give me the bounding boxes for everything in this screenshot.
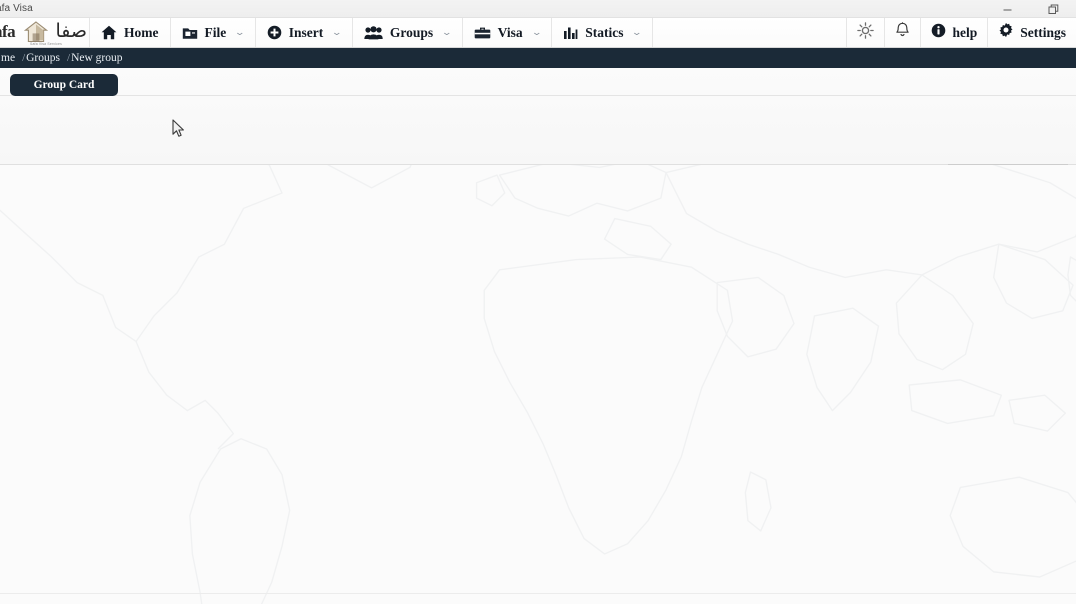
menu-item-visa-label: Visa [497,24,523,40]
folder-icon [182,26,198,40]
briefcase-icon [474,26,491,40]
breadcrumb-item-new-group[interactable]: New group [64,52,129,64]
chevron-down-icon: ⌄ [234,27,246,37]
menu-item-statics-label: Statics [585,24,624,40]
window-controls [984,0,1076,18]
tab-group-card-label: Group Card [33,79,95,91]
menu-item-home[interactable]: Home [90,18,171,47]
house-logo-icon [23,21,49,43]
menu-item-groups[interactable]: Groups ⌄ [353,18,463,47]
brightness-sun-icon [857,21,875,44]
application-window: afa Visa afa صفا [0,0,1076,604]
settings-button[interactable]: Settings [987,18,1076,47]
main-menu-bar: afa صفا Safa Visa Services Home [0,18,1076,48]
chevron-down-icon: ⌄ [530,27,543,37]
notifications-button[interactable] [884,18,920,47]
info-circle-icon [931,23,946,43]
brand-latin-text: afa [0,22,16,41]
chevron-down-icon: ⌄ [631,27,643,37]
tab-group-card[interactable]: Group Card [10,74,118,96]
theme-toggle-button[interactable] [846,18,884,47]
chevron-down-icon: ⌄ [331,27,343,37]
home-icon [101,25,117,40]
menu-item-visa[interactable]: Visa ⌄ [463,18,553,47]
brand-tagline: Safa Visa Services [30,42,62,46]
menu-item-file[interactable]: File ⌄ [171,18,256,47]
group-card-panel: Group Card Agent Contract travel_date Tr… [0,68,1076,223]
app-logo[interactable]: afa صفا Safa Visa Services [0,18,90,47]
minimize-icon[interactable] [984,0,1030,18]
menu-item-insert-label: Insert [288,24,324,40]
brand-arabic-text: صفا [55,20,88,42]
plus-circle-icon [267,25,282,40]
gear-icon [998,22,1014,43]
settings-label: Settings [1020,24,1066,40]
tab-strip: Group Card [0,74,1076,96]
world-map-watermark [0,165,1076,604]
users-icon [364,25,383,40]
bar-chart-icon [563,26,578,40]
world-map-outline-icon [0,165,1076,604]
menu-item-groups-label: Groups [389,24,434,40]
menu-item-home-label: Home [124,24,159,40]
menu-item-statics[interactable]: Statics ⌄ [552,18,654,47]
menu-item-file-label: File [204,24,227,40]
menu-item-insert[interactable]: Insert ⌄ [256,18,353,47]
help-button[interactable]: help [920,18,987,47]
title-bar: afa Visa [0,0,1076,18]
window-title: afa Visa [0,3,33,14]
bottom-divider [0,593,1076,594]
menu-spacer [653,18,846,47]
help-label: help [952,24,978,40]
breadcrumb-item-groups[interactable]: Groups [19,52,67,64]
breadcrumb: me / Groups / New group [0,48,1076,68]
bell-icon [895,22,910,43]
chevron-down-icon: ⌄ [441,27,453,37]
restore-icon[interactable] [1030,0,1076,18]
